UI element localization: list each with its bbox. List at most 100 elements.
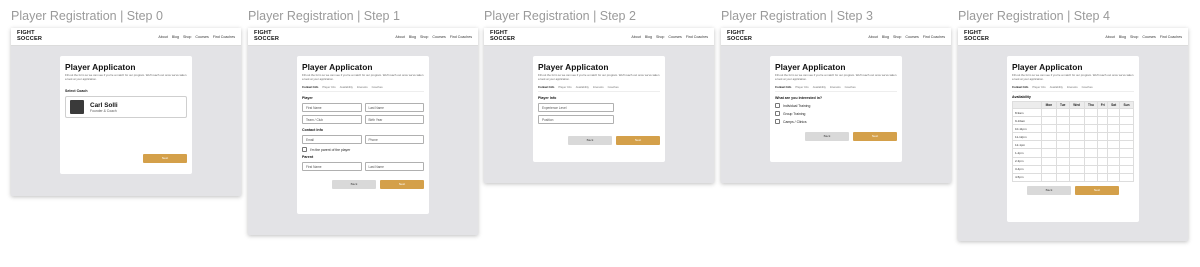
frame-step-4[interactable]: FIGHT SOCCER About Blog Shop Courses Find…	[958, 28, 1188, 241]
back-button[interactable]: Back	[805, 132, 849, 141]
availability-cell[interactable]	[1083, 148, 1099, 158]
availability-cell[interactable]	[1083, 140, 1099, 150]
availability-cell[interactable]	[1097, 156, 1109, 166]
brand-logo[interactable]: FIGHT SOCCER	[490, 30, 515, 42]
availability-cell[interactable]	[1107, 107, 1121, 118]
availability-cell[interactable]	[1097, 140, 1109, 150]
nav-link-shop[interactable]: Shop	[656, 35, 664, 39]
availability-cell[interactable]	[1055, 156, 1070, 166]
availability-cell[interactable]	[1107, 132, 1121, 142]
availability-cell[interactable]	[1107, 156, 1121, 166]
nav-link-shop[interactable]: Shop	[420, 35, 428, 39]
availability-cell[interactable]	[1040, 148, 1057, 158]
availability-cell[interactable]	[1040, 107, 1057, 118]
next-button[interactable]: Next	[143, 154, 187, 163]
availability-cell[interactable]	[1055, 172, 1070, 182]
availability-cell[interactable]	[1068, 116, 1085, 126]
nav-link-courses[interactable]: Courses	[668, 35, 681, 39]
availability-cell[interactable]	[1097, 116, 1109, 126]
group-training-checkbox[interactable]	[775, 111, 780, 116]
step-coaches[interactable]: Coaches	[372, 85, 383, 89]
nav-link-about[interactable]: About	[1105, 35, 1114, 39]
availability-cell[interactable]	[1107, 124, 1121, 134]
step-contact-info[interactable]: Contact Info	[538, 85, 554, 89]
availability-cell[interactable]	[1119, 107, 1134, 118]
availability-cell[interactable]	[1068, 132, 1085, 142]
availability-cell[interactable]	[1107, 140, 1121, 150]
nav-link-blog[interactable]: Blog	[409, 35, 416, 39]
availability-cell[interactable]	[1040, 132, 1057, 142]
nav-link-shop[interactable]: Shop	[893, 35, 901, 39]
availability-cell[interactable]	[1055, 148, 1070, 158]
availability-cell[interactable]	[1083, 107, 1099, 118]
availability-cell[interactable]	[1055, 116, 1070, 126]
interest-option-group[interactable]: Group Training	[775, 111, 897, 116]
availability-cell[interactable]	[1068, 156, 1085, 166]
availability-cell[interactable]	[1055, 107, 1070, 118]
nav-link-find-coaches[interactable]: Find Coaches	[1160, 35, 1182, 39]
back-button[interactable]: Back	[332, 180, 376, 189]
interest-option-individual[interactable]: Individual Training	[775, 103, 897, 108]
step-player-info[interactable]: Player Info	[795, 85, 808, 89]
nav-link-blog[interactable]: Blog	[882, 35, 889, 39]
nav-link-shop[interactable]: Shop	[183, 35, 191, 39]
availability-cell[interactable]	[1040, 156, 1057, 166]
availability-cell[interactable]	[1083, 156, 1099, 166]
step-interests[interactable]: Interests	[593, 85, 604, 89]
nav-link-about[interactable]: About	[158, 35, 167, 39]
availability-cell[interactable]	[1083, 116, 1099, 126]
step-player-info[interactable]: Player Info	[558, 85, 571, 89]
step-player-info[interactable]: Player Info	[1032, 85, 1045, 89]
experience-level-field[interactable]: Experience Level	[538, 103, 614, 112]
step-interests[interactable]: Interests	[830, 85, 841, 89]
next-button[interactable]: Next	[853, 132, 897, 141]
team-club-field[interactable]: Team / Club	[302, 115, 362, 124]
availability-cell[interactable]	[1068, 140, 1085, 150]
parent-checkbox[interactable]	[302, 147, 307, 152]
nav-link-courses[interactable]: Courses	[905, 35, 918, 39]
step-availability[interactable]: Availability	[340, 85, 353, 89]
last-name-field[interactable]: Last Name	[364, 103, 424, 112]
step-coaches[interactable]: Coaches	[1082, 85, 1093, 89]
frame-step-1[interactable]: FIGHT SOCCER About Blog Shop Courses Find…	[248, 28, 478, 235]
nav-link-about[interactable]: About	[395, 35, 404, 39]
availability-cell[interactable]	[1107, 172, 1121, 182]
frame-step-0[interactable]: FIGHT SOCCER About Blog Shop Courses Find…	[11, 28, 241, 196]
nav-link-about[interactable]: About	[868, 35, 877, 39]
nav-link-shop[interactable]: Shop	[1130, 35, 1138, 39]
camps-clinics-checkbox[interactable]	[775, 119, 780, 124]
next-button[interactable]: Next	[1075, 185, 1119, 195]
availability-cell[interactable]	[1119, 172, 1134, 182]
nav-link-courses[interactable]: Courses	[432, 35, 445, 39]
availability-cell[interactable]	[1119, 148, 1134, 158]
availability-cell[interactable]	[1097, 148, 1109, 158]
availability-cell[interactable]	[1068, 148, 1085, 158]
nav-link-about[interactable]: About	[631, 35, 640, 39]
availability-cell[interactable]	[1040, 140, 1057, 150]
availability-cell[interactable]	[1083, 172, 1099, 182]
frame-step-2[interactable]: FIGHT SOCCER About Blog Shop Courses Find…	[484, 28, 714, 183]
step-player-info[interactable]: Player Info	[322, 85, 335, 89]
nav-link-find-coaches[interactable]: Find Coaches	[923, 35, 945, 39]
position-field[interactable]: Position	[538, 115, 614, 124]
availability-cell[interactable]	[1097, 164, 1109, 174]
availability-cell[interactable]	[1119, 124, 1134, 134]
nav-link-courses[interactable]: Courses	[1142, 35, 1155, 39]
availability-cell[interactable]	[1107, 148, 1121, 158]
frame-step-3[interactable]: FIGHT SOCCER About Blog Shop Courses Find…	[721, 28, 951, 183]
brand-logo[interactable]: FIGHT SOCCER	[964, 30, 989, 42]
next-button[interactable]: Next	[380, 180, 424, 189]
parent-last-name-field[interactable]: Last Name	[364, 162, 424, 171]
availability-cell[interactable]	[1119, 116, 1134, 126]
email-field[interactable]: Email	[302, 135, 362, 144]
parent-first-name-field[interactable]: First Name	[302, 162, 362, 171]
availability-cell[interactable]	[1119, 156, 1134, 166]
availability-cell[interactable]	[1119, 132, 1134, 142]
parent-checkbox-row[interactable]: I'm the parent of the player	[302, 147, 424, 152]
interest-option-camps[interactable]: Camps / Clinics	[775, 119, 897, 124]
availability-cell[interactable]	[1055, 124, 1070, 134]
step-interests[interactable]: Interests	[1067, 85, 1078, 89]
availability-cell[interactable]	[1107, 164, 1121, 174]
availability-cell[interactable]	[1097, 172, 1109, 182]
availability-cell[interactable]	[1083, 132, 1099, 142]
